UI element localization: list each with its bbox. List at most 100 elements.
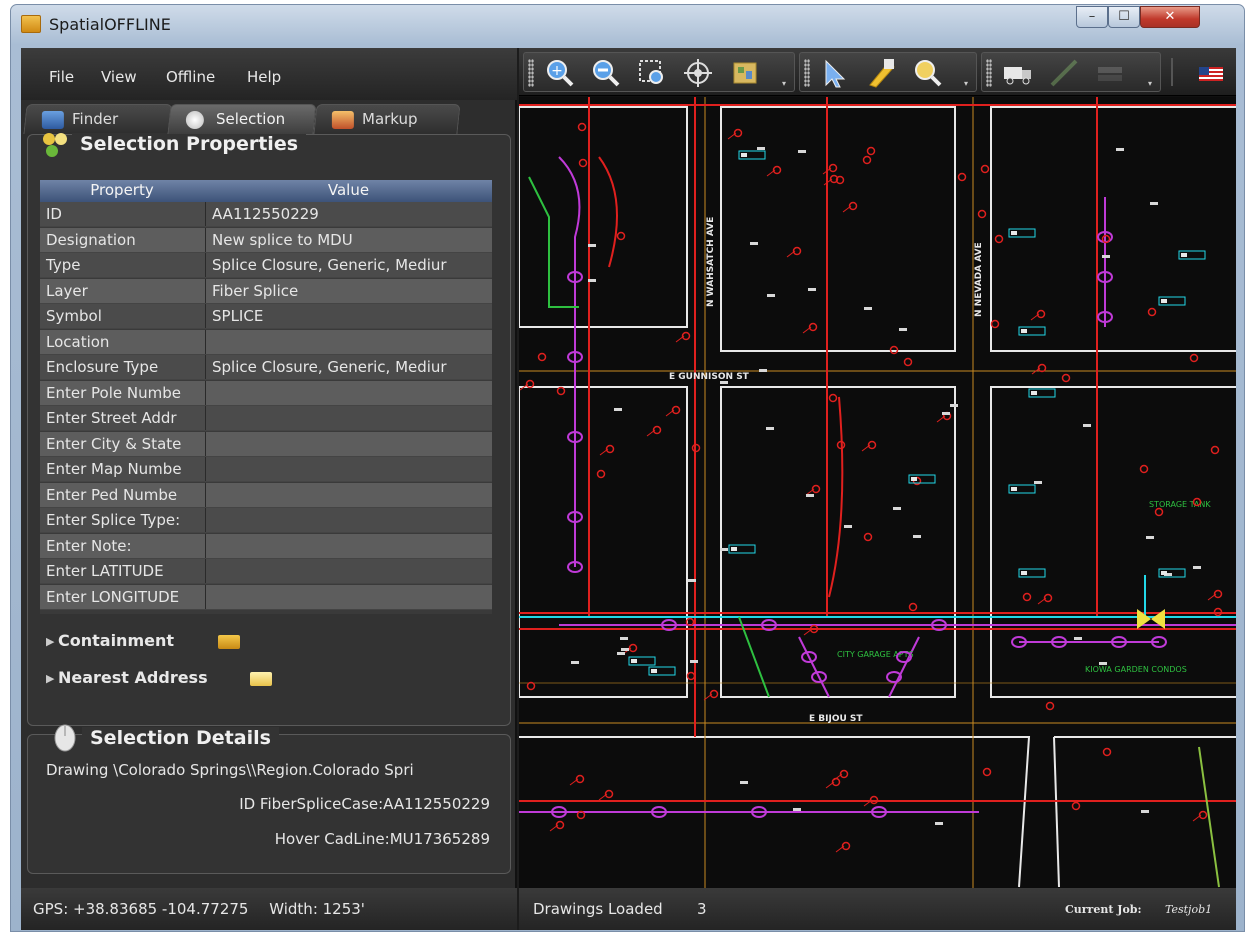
property-row[interactable]: Enter Pole Numbe <box>40 380 492 406</box>
property-row[interactable]: Enter Map Numbe <box>40 457 492 482</box>
property-row[interactable]: ID AA112550229 <box>40 202 492 227</box>
property-name: Enter City & State <box>46 434 182 453</box>
width-readout: Width: 1253' <box>269 900 365 918</box>
expand-arrow-icon[interactable]: ▶ <box>46 635 54 648</box>
column-header-value[interactable]: Value <box>205 181 492 199</box>
toolbar-grip[interactable] <box>528 59 534 87</box>
map-layers-icon[interactable] <box>730 57 762 89</box>
tab-markup[interactable]: Markup <box>313 104 461 134</box>
property-value[interactable]: Fiber Splice <box>205 278 492 303</box>
label-tick <box>767 294 775 297</box>
property-value[interactable] <box>205 533 492 558</box>
property-value[interactable] <box>205 508 492 532</box>
gps-target-icon[interactable] <box>682 57 714 89</box>
app-icon <box>21 15 41 33</box>
label-tick <box>571 661 579 664</box>
dropdown-arrow-icon[interactable]: ▾ <box>1148 79 1152 88</box>
property-row[interactable]: Enter Note: <box>40 533 492 559</box>
select-icon[interactable] <box>820 57 852 89</box>
property-row[interactable]: Enter LONGITUDE <box>40 584 492 610</box>
property-value[interactable]: AA112550229 <box>205 202 492 226</box>
cyan-route <box>519 575 1236 618</box>
toolbar-group-navigation: + ▾ <box>523 52 795 92</box>
pan-icon[interactable] <box>866 57 898 89</box>
property-row[interactable]: Layer Fiber Splice <box>40 278 492 304</box>
column-header-property[interactable]: Property <box>40 181 204 199</box>
property-row[interactable]: Type Splice Closure, Generic, Mediur <box>40 253 492 278</box>
tab-selection[interactable]: Selection <box>167 104 317 134</box>
map-canvas[interactable]: E GUNNISON ST E BIJOU ST N WAHSATCH AVE … <box>519 97 1236 888</box>
zoom-in-icon[interactable]: + <box>544 57 576 89</box>
truck-icon[interactable] <box>1002 57 1034 89</box>
property-row[interactable]: Symbol SPLICE <box>40 304 492 329</box>
label-tick <box>1083 424 1091 427</box>
nearest-address-expander[interactable]: Nearest Address <box>58 668 208 687</box>
toolbar-grip[interactable] <box>804 59 810 87</box>
label-tick <box>688 579 696 582</box>
properties-icon <box>40 129 70 159</box>
containment-expander[interactable]: Containment <box>58 631 174 650</box>
property-row[interactable]: Designation New splice to MDU <box>40 227 492 253</box>
property-row[interactable]: Enter LATITUDE <box>40 559 492 584</box>
drawings-loaded-label: Drawings Loaded <box>533 900 663 918</box>
property-row[interactable]: Location <box>40 329 492 355</box>
menu-file[interactable]: File <box>49 68 74 86</box>
label-tick <box>1146 536 1154 539</box>
close-button[interactable]: ✕ <box>1140 6 1200 28</box>
dropdown-arrow-icon[interactable]: ▾ <box>782 79 786 88</box>
menu-view[interactable]: View <box>101 68 137 86</box>
label-tick <box>1102 255 1110 258</box>
property-value[interactable] <box>205 559 492 583</box>
dropdown-arrow-icon[interactable]: ▾ <box>964 79 968 88</box>
property-value[interactable] <box>205 431 492 456</box>
identify-icon[interactable] <box>912 57 944 89</box>
property-row[interactable]: Enter Street Addr <box>40 406 492 431</box>
property-value[interactable] <box>205 380 492 405</box>
title-bar[interactable]: SpatialOFFLINE – ☐ ✕ <box>11 5 1244 45</box>
area-labels: STORAGE TANK CITY GARAGE APTS KIOWA GARD… <box>837 500 1211 674</box>
property-row[interactable]: Enclosure Type Splice Closure, Generic, M… <box>40 355 492 380</box>
fiber-marker <box>862 155 872 165</box>
property-row[interactable]: Enter Ped Numbe <box>40 482 492 508</box>
us-flag-icon[interactable] <box>1199 66 1223 85</box>
window-title: SpatialOFFLINE <box>49 15 171 34</box>
label-tick <box>1074 637 1082 640</box>
property-value[interactable]: Splice Closure, Generic, Mediur <box>205 355 492 379</box>
menu-help[interactable]: Help <box>247 68 281 86</box>
maximize-button[interactable]: ☐ <box>1108 6 1140 28</box>
detail-drawing: Drawing \Colorado Springs\\Region.Colora… <box>46 761 414 779</box>
zoom-out-icon[interactable] <box>590 57 622 89</box>
section-title-properties: Selection Properties <box>72 133 307 155</box>
property-value[interactable]: SPLICE <box>205 304 492 328</box>
property-value[interactable] <box>205 329 492 354</box>
property-value[interactable]: New splice to MDU <box>205 227 492 252</box>
map-pane: + ▾ ▾ ▾ E GUNNISON ST E BIJOU ST N WAHSA… <box>519 48 1236 930</box>
minimize-button[interactable]: – <box>1076 6 1108 28</box>
fiber-marker <box>1022 592 1032 602</box>
label-tick <box>690 660 698 663</box>
client-area: File View Offline Help Finder Selection … <box>21 48 1236 930</box>
detail-id: ID FiberSpliceCase:AA112550229 <box>239 795 490 813</box>
fiber-marker <box>1189 353 1199 363</box>
label-tick <box>1034 481 1042 484</box>
menu-offline[interactable]: Offline <box>166 68 215 86</box>
toolbar-grip[interactable] <box>986 59 992 87</box>
property-name: Enter Note: <box>46 536 132 555</box>
property-row[interactable]: Enter Splice Type: <box>40 508 492 533</box>
measure-icon[interactable] <box>1048 57 1080 89</box>
label-tick <box>766 427 774 430</box>
property-value[interactable] <box>205 457 492 481</box>
property-value[interactable]: Splice Closure, Generic, Mediur <box>205 253 492 277</box>
redline-icon[interactable] <box>1094 57 1126 89</box>
svg-text:KIOWA GARDEN CONDOS: KIOWA GARDEN CONDOS <box>1085 665 1187 674</box>
property-value[interactable] <box>205 584 492 609</box>
property-value[interactable] <box>205 482 492 507</box>
expand-arrow-icon[interactable]: ▶ <box>46 672 54 685</box>
cad-map-drawing[interactable]: E GUNNISON ST E BIJOU ST N WAHSATCH AVE … <box>519 97 1236 888</box>
zoom-window-icon[interactable] <box>636 57 668 89</box>
label-tick <box>621 648 629 651</box>
toolbar-group-select: ▾ <box>799 52 977 92</box>
fiber-marker <box>1147 307 1157 317</box>
property-row[interactable]: Enter City & State <box>40 431 492 457</box>
property-value[interactable] <box>205 406 492 430</box>
